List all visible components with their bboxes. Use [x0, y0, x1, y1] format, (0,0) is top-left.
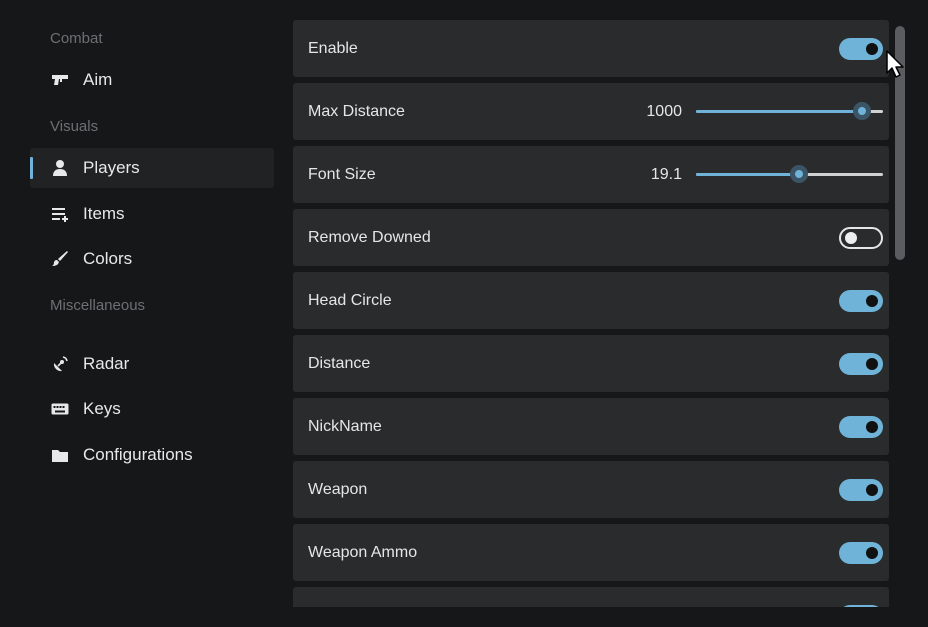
slider-value: 19.1	[650, 166, 682, 183]
sidebar-item-aim[interactable]: Aim	[30, 60, 274, 100]
sidebar-item-radar[interactable]: Radar	[30, 344, 274, 384]
max-distance-slider[interactable]	[696, 102, 883, 120]
sidebar-item-items[interactable]: Items	[30, 194, 274, 234]
toggle-knob	[866, 43, 878, 55]
setting-row-remove-downed: Remove Downed	[293, 209, 889, 266]
window-bottom-edge	[0, 607, 928, 627]
gun-icon	[50, 70, 70, 90]
person-icon	[50, 158, 70, 178]
setting-row-head-circle: Head Circle	[293, 272, 889, 329]
setting-label: Head Circle	[308, 292, 392, 309]
sidebar-item-configurations[interactable]: Configurations	[30, 435, 274, 475]
sidebar-item-label: Items	[83, 204, 125, 223]
setting-label: Max Distance	[308, 103, 405, 120]
setting-label: Distance	[308, 355, 371, 372]
setting-label: NickName	[308, 418, 382, 435]
settings-panel: Enable Max Distance 1000 Font Size 19.1 …	[293, 20, 889, 607]
sidebar-item-label: Players	[83, 158, 140, 177]
sidebar: Combat Aim Visuals Players Items Colors …	[0, 0, 285, 627]
setting-row-distance: Distance	[293, 335, 889, 392]
slider-thumb[interactable]	[790, 165, 808, 183]
weapon-toggle[interactable]	[839, 479, 883, 501]
sidebar-item-colors[interactable]: Colors	[30, 239, 274, 279]
toggle-knob	[866, 421, 878, 433]
setting-row-nickname: NickName	[293, 398, 889, 455]
section-label-visuals: Visuals	[50, 118, 99, 135]
sidebar-item-keys[interactable]: Keys	[30, 389, 274, 429]
toggle-knob	[866, 484, 878, 496]
setting-row-font-size: Font Size 19.1	[293, 146, 889, 203]
toggle-knob	[845, 232, 857, 244]
setting-label: Enable	[308, 40, 358, 57]
mouse-cursor-icon	[886, 50, 906, 83]
remove-downed-toggle[interactable]	[839, 227, 883, 249]
setting-row-max-distance: Max Distance 1000	[293, 83, 889, 140]
distance-toggle[interactable]	[839, 353, 883, 375]
setting-label: Weapon	[308, 481, 368, 498]
enable-toggle[interactable]	[839, 38, 883, 60]
sidebar-item-label: Configurations	[83, 445, 193, 464]
font-size-slider[interactable]	[696, 165, 883, 183]
folder-icon	[50, 445, 70, 465]
active-indicator	[30, 157, 33, 179]
app-window: Combat Aim Visuals Players Items Colors …	[0, 0, 928, 627]
sidebar-item-label: Colors	[83, 249, 133, 268]
satellite-icon	[50, 354, 70, 374]
sidebar-item-label: Keys	[83, 399, 121, 418]
nickname-toggle[interactable]	[839, 416, 883, 438]
weapon-ammo-toggle[interactable]	[839, 542, 883, 564]
setting-row-partial	[293, 587, 889, 607]
toggle-knob	[866, 295, 878, 307]
setting-row-weapon-ammo: Weapon Ammo	[293, 524, 889, 581]
slider-fill	[696, 173, 799, 176]
setting-row-weapon: Weapon	[293, 461, 889, 518]
section-label-miscellaneous: Miscellaneous	[50, 297, 146, 314]
section-label-combat: Combat	[50, 30, 103, 47]
toggle-knob	[866, 547, 878, 559]
setting-label: Font Size	[308, 166, 376, 183]
slider-value: 1000	[646, 103, 682, 120]
head-circle-toggle[interactable]	[839, 290, 883, 312]
setting-label: Remove Downed	[308, 229, 431, 246]
setting-label: Weapon Ammo	[308, 544, 418, 561]
sidebar-item-label: Radar	[83, 354, 130, 373]
slider-fill	[696, 110, 862, 113]
sidebar-item-label: Aim	[83, 70, 113, 89]
sidebar-item-players[interactable]: Players	[30, 148, 274, 188]
list-add-icon	[50, 204, 70, 224]
keyboard-icon	[50, 399, 70, 419]
slider-thumb[interactable]	[853, 102, 871, 120]
toggle-knob	[866, 358, 878, 370]
brush-icon	[50, 249, 70, 269]
setting-row-enable: Enable	[293, 20, 889, 77]
